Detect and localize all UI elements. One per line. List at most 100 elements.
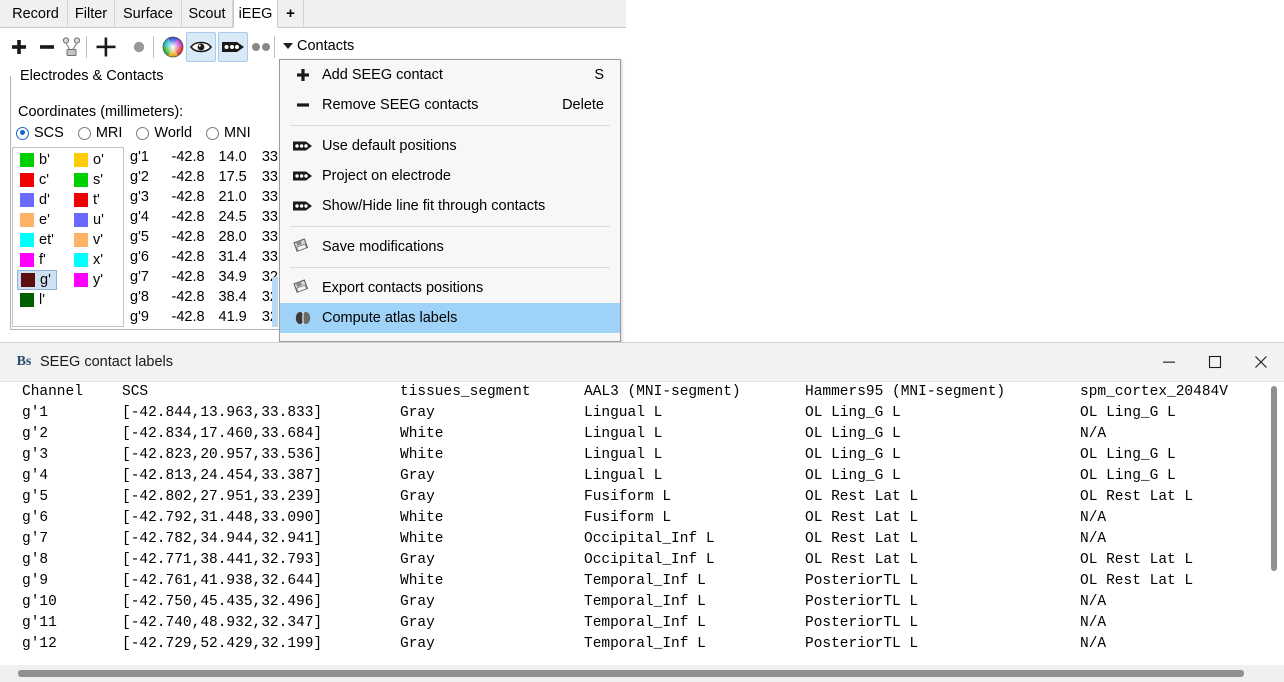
menu-item-add-seeg-contact[interactable]: Add SEEG contactS bbox=[280, 60, 620, 90]
electrode-list-item[interactable]: g' bbox=[17, 270, 57, 290]
electrode-list-item[interactable]: s' bbox=[71, 170, 107, 190]
electrode-list-item[interactable]: f' bbox=[17, 250, 57, 270]
contact-x: -42.8 bbox=[161, 149, 209, 165]
contact-coordinate-row[interactable]: g'9-42.841.932 bbox=[130, 307, 278, 327]
close-button[interactable] bbox=[1238, 343, 1284, 381]
radio-button-icon[interactable] bbox=[136, 127, 149, 140]
cell-scs: [-42.729,52.429,32.199] bbox=[122, 634, 322, 655]
tab-record[interactable]: Record bbox=[4, 0, 68, 27]
show-contacts-button[interactable] bbox=[218, 32, 248, 62]
tab-label: iEEG bbox=[239, 6, 273, 22]
contact-coordinate-row[interactable]: g'4-42.824.533 bbox=[130, 207, 278, 227]
electrode-list-item[interactable]: t' bbox=[71, 190, 107, 210]
add-electrode-button[interactable] bbox=[4, 32, 34, 62]
contact-coordinate-row[interactable]: g'5-42.828.033 bbox=[130, 227, 278, 247]
tab-filter[interactable]: Filter bbox=[68, 0, 115, 27]
electrode-list-item[interactable]: u' bbox=[71, 210, 107, 230]
radio-button-icon[interactable] bbox=[16, 127, 29, 140]
contact-x: -42.8 bbox=[161, 309, 209, 325]
cell-hammers: OL Ling_G L bbox=[805, 424, 901, 445]
cell-tissue: White bbox=[400, 571, 444, 592]
tab-surface[interactable]: Surface bbox=[115, 0, 182, 27]
scrollbar-thumb[interactable] bbox=[18, 670, 1244, 677]
scrollbar-thumb[interactable] bbox=[1271, 386, 1277, 571]
cell-spm: N/A bbox=[1080, 508, 1106, 529]
tab-ieeg[interactable]: iEEG bbox=[233, 0, 278, 28]
electrode-color-swatch bbox=[20, 213, 34, 227]
contact-labels-table[interactable]: ChannelSCStissues_segmentAAL3 (MNI-segme… bbox=[0, 382, 1284, 682]
menu-item-use-default-positions[interactable]: Use default positions bbox=[280, 131, 620, 161]
contact-coordinate-row[interactable]: g'3-42.821.033 bbox=[130, 187, 278, 207]
tab-add[interactable]: + bbox=[278, 0, 304, 27]
menu-item-project-on-electrode[interactable]: Project on electrode bbox=[280, 161, 620, 191]
log-horizontal-scrollbar[interactable] bbox=[0, 665, 1284, 682]
radio-mni[interactable]: MNI bbox=[206, 125, 251, 141]
electrode-list-item[interactable]: y' bbox=[71, 270, 107, 290]
cell-channel: g'5 bbox=[22, 487, 48, 508]
cell-channel: g'3 bbox=[22, 445, 48, 466]
contact-y: 31.4 bbox=[209, 249, 251, 265]
electrode-list-item[interactable]: l' bbox=[17, 290, 57, 310]
show-contact-pair-button[interactable] bbox=[246, 32, 276, 62]
table-row: g'1[-42.844,13.963,33.833]GrayLingual LO… bbox=[0, 403, 1284, 424]
plus-icon bbox=[10, 38, 28, 56]
contact-name: g'7 bbox=[130, 269, 161, 285]
contact-coordinate-row[interactable]: g'7-42.834.932 bbox=[130, 267, 278, 287]
contact-marker-button[interactable] bbox=[124, 32, 154, 62]
electrode-list-item[interactable]: o' bbox=[71, 150, 107, 170]
electrodes-contacts-title: Electrodes & Contacts bbox=[16, 68, 167, 84]
close-icon bbox=[1254, 355, 1268, 369]
electrode-icon bbox=[288, 164, 318, 188]
electrode-list-item[interactable]: v' bbox=[71, 230, 107, 250]
contact-list-scrollbar[interactable] bbox=[272, 147, 278, 327]
electrode-list-item[interactable]: et' bbox=[17, 230, 57, 250]
electrode-label: f' bbox=[39, 252, 46, 268]
contact-coordinate-row[interactable]: g'6-42.831.433 bbox=[130, 247, 278, 267]
electrode-list-item[interactable]: d' bbox=[17, 190, 57, 210]
save-icon bbox=[288, 235, 318, 259]
electrode-color-swatch bbox=[74, 193, 88, 207]
contacts-dropdown[interactable]: Contacts bbox=[283, 38, 354, 54]
center-view-button[interactable] bbox=[91, 32, 121, 62]
electrode-list-item[interactable]: b' bbox=[17, 150, 57, 170]
maximize-button[interactable] bbox=[1192, 343, 1238, 381]
contact-name: g'2 bbox=[130, 169, 161, 185]
radio-scs[interactable]: SCS bbox=[16, 125, 64, 141]
electrode-list[interactable]: b'c'd'e'et' f' g'l' o's't' u' v' x' y' bbox=[12, 147, 124, 327]
menu-item-remove-seeg-contacts[interactable]: Remove SEEG contactsDelete bbox=[280, 90, 620, 120]
menu-item-show-hide-line-fit-through-contacts[interactable]: Show/Hide line fit through contacts bbox=[280, 191, 620, 221]
radio-button-icon[interactable] bbox=[206, 127, 219, 140]
contact-coordinate-row[interactable]: g'1-42.814.033 bbox=[130, 147, 278, 167]
scrollbar-thumb[interactable] bbox=[272, 277, 278, 327]
electrode-color-button[interactable] bbox=[158, 32, 188, 62]
minimize-button[interactable] bbox=[1146, 343, 1192, 381]
contacts-context-menu[interactable]: Add SEEG contactSRemove SEEG contactsDel… bbox=[279, 59, 621, 342]
electrode-list-item[interactable]: e' bbox=[17, 210, 57, 230]
contact-y: 28.0 bbox=[209, 229, 251, 245]
contact-coordinate-row[interactable]: g'2-42.817.533 bbox=[130, 167, 278, 187]
cell-scs: [-42.844,13.963,33.833] bbox=[122, 403, 322, 424]
brainstorm-app-icon: Bs bbox=[14, 352, 34, 372]
menu-item-export-contacts-positions[interactable]: Export contacts positions bbox=[280, 273, 620, 303]
window-title: SEEG contact labels bbox=[40, 354, 173, 370]
cell-tissue: Gray bbox=[400, 403, 435, 424]
cell-aal3: Fusiform L bbox=[584, 508, 671, 529]
radio-world[interactable]: World bbox=[136, 125, 192, 141]
electrode-list-item[interactable]: x' bbox=[71, 250, 107, 270]
electrode-placement-icon bbox=[61, 36, 83, 58]
menu-item-compute-atlas-labels[interactable]: Compute atlas labels bbox=[280, 303, 620, 333]
cell-scs: [-42.761,41.938,32.644] bbox=[122, 571, 322, 592]
electrode-list-item[interactable]: c' bbox=[17, 170, 57, 190]
show-electrodes-button[interactable] bbox=[186, 32, 216, 62]
electrode-color-swatch bbox=[21, 273, 35, 287]
radio-mri[interactable]: MRI bbox=[78, 125, 123, 141]
contact-coordinate-list[interactable]: g'1-42.814.033g'2-42.817.533g'3-42.821.0… bbox=[130, 147, 278, 327]
electrode-label: u' bbox=[93, 212, 104, 228]
contact-coordinate-row[interactable]: g'8-42.838.432 bbox=[130, 287, 278, 307]
set-electrode-position-button[interactable] bbox=[57, 32, 87, 62]
electrode-label: x' bbox=[93, 252, 103, 268]
log-vertical-scrollbar[interactable] bbox=[1266, 382, 1282, 667]
radio-button-icon[interactable] bbox=[78, 127, 91, 140]
tab-scout[interactable]: Scout bbox=[182, 0, 233, 27]
menu-item-save-modifications[interactable]: Save modifications bbox=[280, 232, 620, 262]
